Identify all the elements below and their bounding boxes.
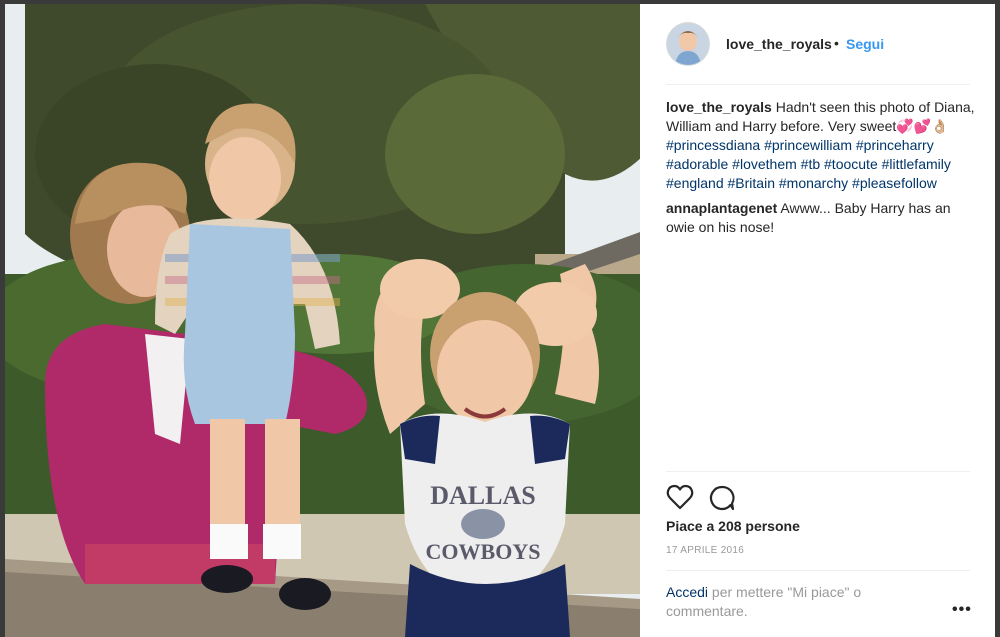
heart-outline-icon[interactable]: [666, 484, 696, 512]
comment-item: annaplantagenet Awww... Baby Harry has a…: [666, 199, 976, 237]
comment-username[interactable]: annaplantagenet: [666, 200, 777, 216]
hashtag-link[interactable]: #monarchy: [779, 175, 848, 191]
comment-bubble-icon[interactable]: [708, 484, 736, 512]
hashtag-link[interactable]: #Britain: [728, 175, 775, 191]
footer-divider: [666, 570, 970, 571]
login-prompt: Accedi per mettere "Mi piace" o commenta…: [666, 583, 926, 621]
post-sidepanel: love_the_royals • Segui love_the_royals …: [640, 4, 995, 637]
hashtag-link[interactable]: #tb: [801, 156, 820, 172]
avatar[interactable]: [666, 22, 710, 66]
photo-illustration: DALLAS COWBOYS: [5, 4, 640, 637]
shirt-text-top: DALLAS: [430, 481, 535, 510]
hashtag-link[interactable]: #toocute: [824, 156, 878, 172]
post-username[interactable]: love_the_royals: [726, 36, 832, 52]
hashtag-link[interactable]: #littlefamily: [882, 156, 951, 172]
post-header: love_the_royals • Segui: [640, 4, 995, 84]
hashtag-link[interactable]: #england: [666, 175, 724, 191]
login-link[interactable]: Accedi: [666, 584, 708, 600]
separator-dot: •: [834, 35, 839, 51]
caption-username[interactable]: love_the_royals: [666, 99, 772, 115]
comments-list: love_the_royals Hadn't seen this photo o…: [666, 98, 976, 237]
actions-divider: [666, 471, 970, 472]
hashtag-link[interactable]: #pleasefollow: [852, 175, 937, 191]
hashtag-link[interactable]: #princewilliam: [764, 137, 852, 153]
post-date: 17 APRILE 2016: [666, 545, 745, 556]
more-options-button[interactable]: •••: [952, 601, 972, 619]
caption-hashtags: #princessdiana #princewilliam #princehar…: [666, 137, 951, 191]
likes-count[interactable]: Piace a 208 persone: [666, 518, 800, 534]
hashtag-link[interactable]: #lovethem: [732, 156, 797, 172]
action-bar: [666, 484, 746, 512]
instagram-post: DALLAS COWBOYS love_the_royals • Segui l…: [5, 4, 995, 637]
header-divider: [666, 84, 970, 85]
hashtag-link[interactable]: #adorable: [666, 156, 728, 172]
hashtag-link[interactable]: #princeharry: [856, 137, 934, 153]
post-photo[interactable]: DALLAS COWBOYS: [5, 4, 640, 637]
follow-button[interactable]: Segui: [846, 36, 884, 52]
shirt-text-bottom: COWBOYS: [426, 539, 541, 564]
hashtag-link[interactable]: #princessdiana: [666, 137, 760, 153]
caption: love_the_royals Hadn't seen this photo o…: [666, 98, 976, 193]
